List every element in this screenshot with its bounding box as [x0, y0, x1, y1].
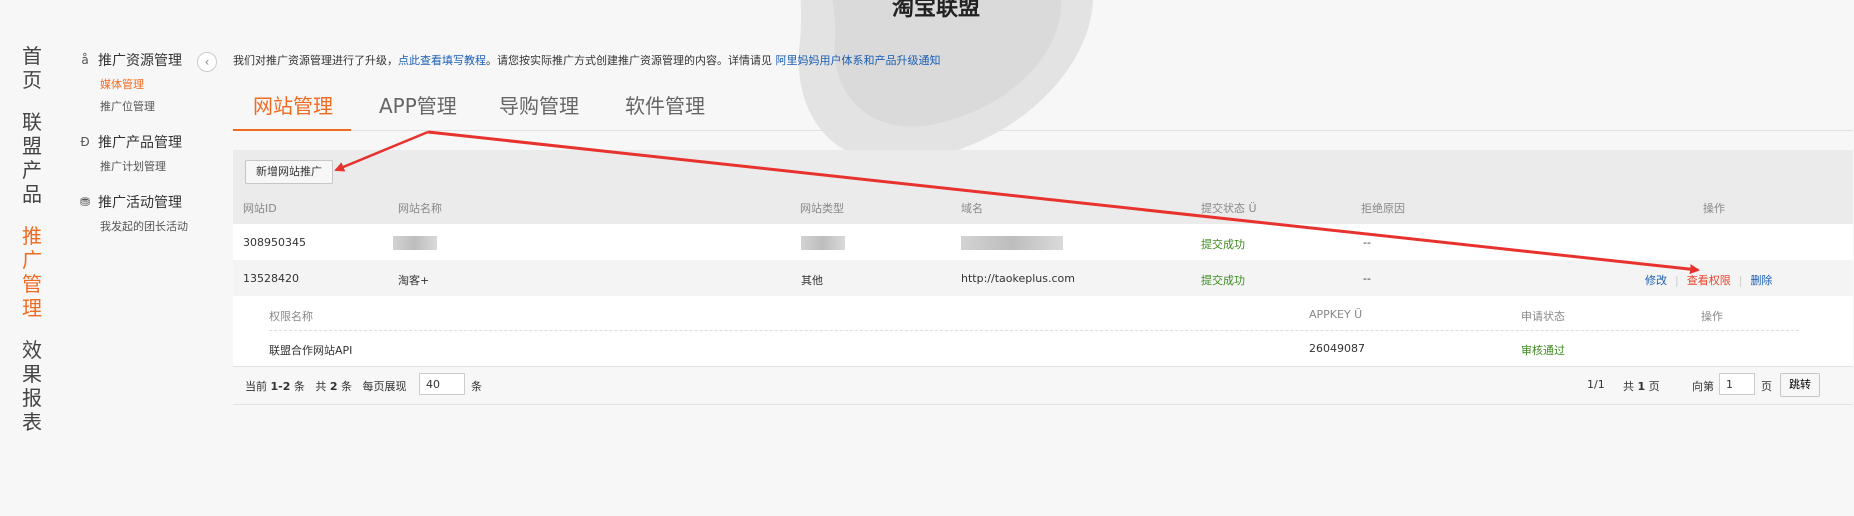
permission-header-ops: 操作	[1701, 310, 1723, 323]
cell-name: 淘客+	[398, 274, 430, 287]
tab-software[interactable]: 软件管理	[625, 90, 705, 119]
add-website-button[interactable]: 新增网站推广	[245, 160, 333, 184]
column-header-type: 网站类型	[800, 202, 844, 215]
goto-unit: 页	[1761, 380, 1772, 393]
column-header-ops: 操作	[1703, 202, 1725, 215]
cell-name-redacted	[393, 236, 437, 253]
per-page-input[interactable]: 40	[419, 373, 465, 395]
sub-nav-group-title[interactable]: Ð 推广产品管理	[78, 132, 203, 152]
notice-text: 我们对推广资源管理进行了升级，	[233, 54, 398, 67]
cell-type: 其他	[801, 274, 823, 287]
table-row: 13528420 淘客+ 其他 http://taokeplus.com 提交成…	[233, 260, 1853, 297]
goto-label: 向第	[1692, 380, 1714, 393]
cell-type-redacted	[801, 236, 845, 253]
edit-link[interactable]: 修改	[1645, 274, 1667, 287]
column-header-id: 网站ID	[243, 202, 277, 215]
tab-website[interactable]: 网站管理	[253, 90, 333, 119]
sub-nav-group-products: Ð 推广产品管理 推广计划管理	[78, 132, 203, 174]
tab-guide[interactable]: 导购管理	[499, 90, 579, 119]
total-pages: 共 1 页	[1623, 380, 1660, 393]
permission-header-appkey[interactable]: APPKEY Ü	[1309, 308, 1362, 321]
cell-id: 13528420	[243, 272, 299, 285]
page-info: 1/1	[1587, 378, 1605, 391]
tutorial-link[interactable]: 点此查看填写教程	[398, 54, 486, 67]
sidebar-collapse-button[interactable]: ‹	[197, 52, 217, 72]
product-icon: Ð	[80, 135, 90, 149]
permission-name: 联盟合作网站API	[269, 344, 353, 357]
permission-header-name: 权限名称	[269, 310, 313, 323]
column-header-name: 网站名称	[398, 202, 442, 215]
goto-page-input[interactable]: 1	[1719, 373, 1755, 395]
sub-nav: å 推广资源管理 媒体管理 推广位管理 Ð 推广产品管理 推广计划管理 ⛃ 推广…	[78, 50, 203, 252]
main-nav-home[interactable]: 首页	[22, 44, 46, 92]
notice-text: 。请您按实际推广方式创建推广资源管理的内容。详情请见	[486, 54, 772, 67]
permission-row: 联盟合作网站API 26049087 审核通过	[269, 330, 1799, 366]
pager-summary: 当前 1-2 条 共 2 条 每页展现	[245, 380, 407, 393]
sub-nav-item-media[interactable]: 媒体管理	[100, 76, 203, 92]
table-header: 网站ID 网站名称 网站类型 域名 提交状态 Ü 拒绝原因 操作	[233, 188, 1853, 225]
sub-nav-group-title[interactable]: å 推广资源管理	[78, 50, 203, 70]
jump-button[interactable]: 跳转	[1780, 373, 1820, 397]
view-permissions-link[interactable]: 查看权限	[1687, 274, 1731, 287]
upgrade-notice: 我们对推广资源管理进行了升级，点此查看填写教程。请您按实际推广方式创建推广资源管…	[233, 52, 941, 68]
cell-status: 提交成功	[1201, 238, 1245, 251]
tab-app[interactable]: APP管理	[379, 90, 457, 119]
permission-status: 审核通过	[1521, 344, 1565, 357]
separator: |	[1675, 274, 1679, 287]
sub-nav-group-label: 推广产品管理	[98, 135, 182, 151]
cell-status: 提交成功	[1201, 274, 1245, 287]
sub-nav-group-resources: å 推广资源管理 媒体管理 推广位管理	[78, 50, 203, 114]
main-nav-products[interactable]: 联盟产品	[22, 110, 46, 206]
permission-header-status: 申请状态	[1521, 310, 1565, 323]
coins-icon: ⛃	[79, 195, 91, 209]
tab-bar: 网站管理 APP管理 导购管理 软件管理	[233, 76, 1853, 131]
chevron-left-icon: ‹	[204, 55, 210, 69]
pagination: 当前 1-2 条 共 2 条 每页展现 40 条 1/1 共 1 页 向第 1 …	[233, 368, 1853, 405]
permission-table-header: 权限名称 APPKEY Ü 申请状态 操作	[269, 296, 1799, 331]
column-header-status[interactable]: 提交状态 Ü	[1201, 200, 1257, 216]
sub-nav-group-label: 推广资源管理	[98, 53, 182, 69]
cell-reason: --	[1363, 236, 1371, 249]
table-toolbar: 新增网站推广	[233, 150, 1853, 188]
cell-reason: --	[1363, 272, 1371, 285]
sub-nav-item-my-activities[interactable]: 我发起的团长活动	[100, 218, 203, 234]
pager-unit: 条	[471, 380, 482, 393]
main-nav-promotion[interactable]: 推广管理	[22, 224, 46, 320]
cell-id: 308950345	[243, 236, 306, 249]
permission-appkey: 26049087	[1309, 342, 1365, 355]
row-actions: 修改 | 查看权限 | 删除	[1645, 272, 1772, 288]
resource-icon: å	[81, 53, 89, 67]
column-header-domain: 域名	[961, 202, 983, 215]
upgrade-notice-link[interactable]: 阿里妈妈用户体系和产品升级通知	[776, 54, 941, 67]
header-title: 淘宝联盟	[892, 0, 981, 21]
separator: |	[1738, 274, 1743, 287]
sub-nav-group-title[interactable]: ⛃ 推广活动管理	[78, 192, 203, 212]
cell-domain: http://taokeplus.com	[961, 272, 1075, 285]
sub-nav-item-adzone[interactable]: 推广位管理	[100, 98, 203, 114]
sub-nav-group-label: 推广活动管理	[98, 195, 182, 211]
permission-panel: 权限名称 APPKEY Ü 申请状态 操作 联盟合作网站API 26049087…	[233, 296, 1853, 367]
main-nav-reports[interactable]: 效果报表	[22, 338, 46, 434]
main-nav: 首页 联盟产品 推广管理 效果报表	[22, 44, 62, 452]
sub-nav-group-activities: ⛃ 推广活动管理 我发起的团长活动	[78, 192, 203, 234]
active-tab-indicator	[233, 129, 351, 131]
sub-nav-item-plan[interactable]: 推广计划管理	[100, 158, 203, 174]
table-row: 308950345 提交成功 --	[233, 224, 1853, 261]
cell-domain-redacted	[961, 236, 1063, 253]
delete-link[interactable]: 删除	[1750, 274, 1772, 287]
column-header-reason: 拒绝原因	[1361, 202, 1405, 215]
